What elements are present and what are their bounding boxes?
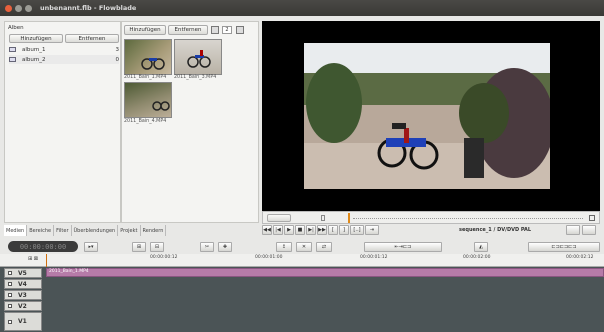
album-item[interactable]: album_2 0 — [9, 55, 119, 64]
minimize-window-button[interactable] — [15, 4, 22, 12]
mark-out-button[interactable]: ] — [339, 225, 349, 235]
zoom-in-button[interactable]: ⊞ — [132, 242, 146, 252]
tab-media[interactable]: Medien — [4, 225, 28, 236]
resync-button[interactable]: ◭ — [474, 242, 488, 252]
stop-icon[interactable]: ■ — [295, 225, 305, 235]
ruler-label: 00:00:02:12 — [566, 255, 594, 260]
tab-render[interactable]: Rendern — [141, 225, 167, 236]
step-back-icon[interactable]: |◀ — [273, 225, 283, 235]
album-icon — [9, 47, 16, 52]
track-buttons[interactable]: ⊏⊐⊏⊐⊏⊐ — [528, 242, 600, 252]
title-bar: unbenannt.flb - Flowblade — [0, 0, 604, 16]
monitor-settings-icon[interactable] — [589, 215, 595, 221]
columns-spinner[interactable]: 2 — [222, 26, 232, 34]
lift-button[interactable]: ↥ — [276, 242, 292, 252]
media-view-icon[interactable] — [211, 26, 219, 34]
media-panel: Hinzufügen Entfernen 2 2011_Bain_1.MP4 2… — [121, 21, 259, 223]
ripple-button[interactable]: ⇄ — [316, 242, 332, 252]
goto-mark-button[interactable]: ⇥ — [365, 225, 379, 235]
album-add-button[interactable]: Hinzufügen — [9, 34, 63, 43]
window-title: unbenannt.flb - Flowblade — [40, 4, 137, 12]
ruler-snap-icon[interactable]: ⊞ ⊠ — [28, 256, 38, 262]
timecode-display: 00:00:00:00 — [8, 241, 78, 252]
media-remove-button[interactable]: Entfernen — [168, 25, 208, 35]
track-lock-icon[interactable] — [8, 304, 12, 308]
ruler-label: 00:00:02:00 — [463, 255, 491, 260]
edit-mode-dropdown[interactable]: ▸▾ — [84, 242, 98, 252]
tab-transitions[interactable]: Überblendungen — [72, 225, 119, 236]
track-lock-icon[interactable] — [8, 271, 12, 275]
monitor-timeline-button[interactable] — [582, 225, 596, 235]
track-lock-icon[interactable] — [8, 319, 12, 324]
tab-ranges[interactable]: Bereiche — [27, 225, 55, 236]
video-monitor — [262, 21, 600, 211]
rewind-fast-icon[interactable]: ◀◀ — [262, 225, 272, 235]
step-forward-icon[interactable]: ▶| — [306, 225, 316, 235]
media-filename: 2011_Bain_4.MP4 — [124, 119, 167, 124]
close-window-button[interactable] — [5, 4, 12, 12]
zoom-out-button[interactable]: ⊟ — [150, 242, 164, 252]
album-item[interactable]: album_1 3 — [9, 45, 119, 54]
media-thumbnail[interactable] — [124, 82, 172, 118]
monitor-scrubber[interactable] — [262, 211, 600, 224]
timeline-ruler[interactable]: ⊞ ⊠ 00:00:00:12 00:00:01:00 00:00:01:12 … — [0, 254, 604, 267]
grid-view-icon[interactable] — [236, 26, 244, 34]
tab-filter[interactable]: Filter — [54, 225, 72, 236]
track-header[interactable]: V5 — [4, 268, 42, 278]
playhead-indicator[interactable] — [348, 213, 350, 223]
media-filename: 2011_Bain_3.MP4 — [174, 75, 217, 80]
maximize-window-button[interactable] — [25, 4, 32, 12]
sequence-info: sequence_1 / DV/DVD PAL — [459, 227, 532, 233]
media-thumbnail[interactable] — [124, 39, 172, 75]
insert-overwrite-buttons[interactable]: ⇤⇥⊏⊐ — [364, 242, 442, 252]
mark-in-button[interactable]: [ — [328, 225, 338, 235]
album-icon — [9, 57, 16, 62]
album-remove-button[interactable]: Entfernen — [65, 34, 119, 43]
video-frame — [304, 43, 550, 189]
cut-button[interactable]: ✂ — [200, 242, 214, 252]
albums-header: Alben — [8, 25, 24, 31]
panel-tabs: Medien Bereiche Filter Überblendungen Pr… — [4, 225, 259, 236]
timeline-tracks: V5 2011_Bain_1.MP4 V4 V3 V2 V1 — [0, 267, 604, 332]
ruler-label: 00:00:00:12 — [150, 255, 178, 260]
albums-panel: Alben Hinzufügen Entfernen album_1 3 albu… — [4, 21, 121, 223]
media-filename: 2011_Bain_1.MP4 — [124, 75, 167, 80]
ruler-label: 00:00:01:12 — [360, 255, 388, 260]
track-lock-icon[interactable] — [8, 282, 12, 286]
playback-controls: ◀◀ |◀ ▶ ■ ▶| ▶▶ [ ] [‥] ⇥ sequence_1 / D… — [262, 225, 600, 237]
delete-button[interactable]: ✕ — [296, 242, 312, 252]
track-lock-icon[interactable] — [8, 293, 12, 297]
edit-toolbar: 00:00:00:00 ▸▾ ⊞ ⊟ ✂ ✚ ↥ ✕ ⇄ ⇤⇥⊏⊐ ◭ ⊏⊐⊏⊐… — [0, 240, 604, 254]
track-header[interactable]: V1 — [4, 312, 42, 331]
scrubber-track — [353, 218, 583, 219]
media-add-button[interactable]: Hinzufügen — [124, 25, 166, 35]
monitor-zoom-button[interactable] — [267, 214, 291, 222]
mark-in-icon — [321, 215, 325, 221]
splice-button[interactable]: ✚ — [218, 242, 232, 252]
timeline-playhead[interactable] — [46, 254, 47, 267]
track-header[interactable]: V4 — [4, 279, 42, 289]
forward-fast-icon[interactable]: ▶▶ — [317, 225, 327, 235]
media-thumbnail[interactable] — [174, 39, 222, 75]
track-header[interactable]: V2 — [4, 301, 42, 311]
track-header[interactable]: V3 — [4, 290, 42, 300]
clear-marks-button[interactable]: [‥] — [350, 225, 364, 235]
timeline-clip[interactable]: 2011_Bain_1.MP4 — [46, 268, 604, 277]
tab-project[interactable]: Projekt — [118, 225, 141, 236]
monitor-source-button[interactable] — [566, 225, 580, 235]
ruler-label: 00:00:01:00 — [255, 255, 283, 260]
play-icon[interactable]: ▶ — [284, 225, 294, 235]
